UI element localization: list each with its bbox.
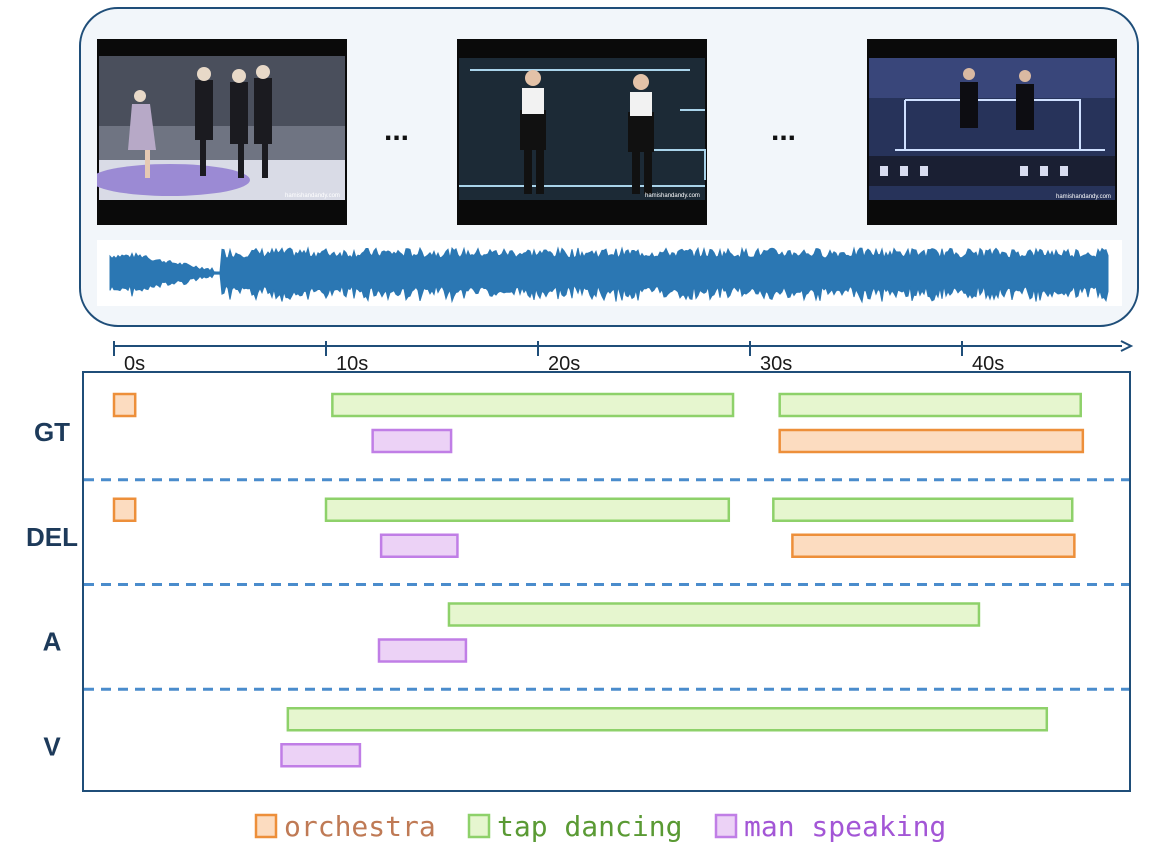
- timeline-diagram: hamishandandy.com ... hamishandandy.com …: [26, 7, 1139, 843]
- video-frame-end: hamishandandy.com: [867, 39, 1117, 225]
- frame-watermark: hamishandandy.com: [1056, 194, 1111, 200]
- row-label-del: DEL: [26, 522, 78, 552]
- segment-tap-del: [772, 497, 1074, 522]
- segment-orchestra-gt: [112, 392, 137, 418]
- row-labels: GT DEL A V: [26, 417, 78, 761]
- segment-tap-a: [447, 602, 981, 627]
- segment-tap-del: [324, 497, 731, 522]
- legend-swatch-tap: [467, 813, 491, 839]
- row-label-v: V: [43, 731, 61, 761]
- legend-swatch-orchestra: [254, 813, 278, 839]
- legend-label-orchestra: orchestra: [284, 810, 436, 843]
- time-axis: 0s 10s 20s 30s 40s: [113, 340, 1134, 375]
- segment-speech-a: [377, 638, 468, 663]
- time-axis-arrowhead: [1120, 340, 1134, 352]
- frame-watermark: hamishandandy.com: [285, 193, 340, 199]
- frame-watermark: hamishandandy.com: [645, 193, 700, 199]
- segment-tap-gt: [778, 392, 1082, 418]
- segment-speech-del: [379, 533, 459, 558]
- segment-tap-v: [286, 707, 1049, 732]
- segment-orchestra-del: [791, 533, 1076, 558]
- video-frame-middle: hamishandandy.com: [457, 39, 707, 225]
- segment-tap-gt: [331, 392, 735, 418]
- segment-orchestra-gt: [778, 428, 1085, 454]
- legend-label-speech: man speaking: [744, 810, 946, 843]
- segment-speech-gt: [371, 428, 453, 454]
- legend-swatch-speech: [714, 813, 738, 839]
- row-label-a: A: [43, 627, 62, 657]
- ellipsis-2: ...: [771, 114, 796, 147]
- video-frame-start: hamishandandy.com: [97, 39, 347, 225]
- segment-orchestra-del: [112, 497, 137, 522]
- ellipsis-1: ...: [384, 114, 409, 147]
- legend: orchestra tap dancing man speaking: [254, 810, 946, 843]
- segment-speech-v: [280, 743, 362, 768]
- row-label-gt: GT: [34, 417, 70, 447]
- legend-label-tap: tap dancing: [497, 810, 682, 843]
